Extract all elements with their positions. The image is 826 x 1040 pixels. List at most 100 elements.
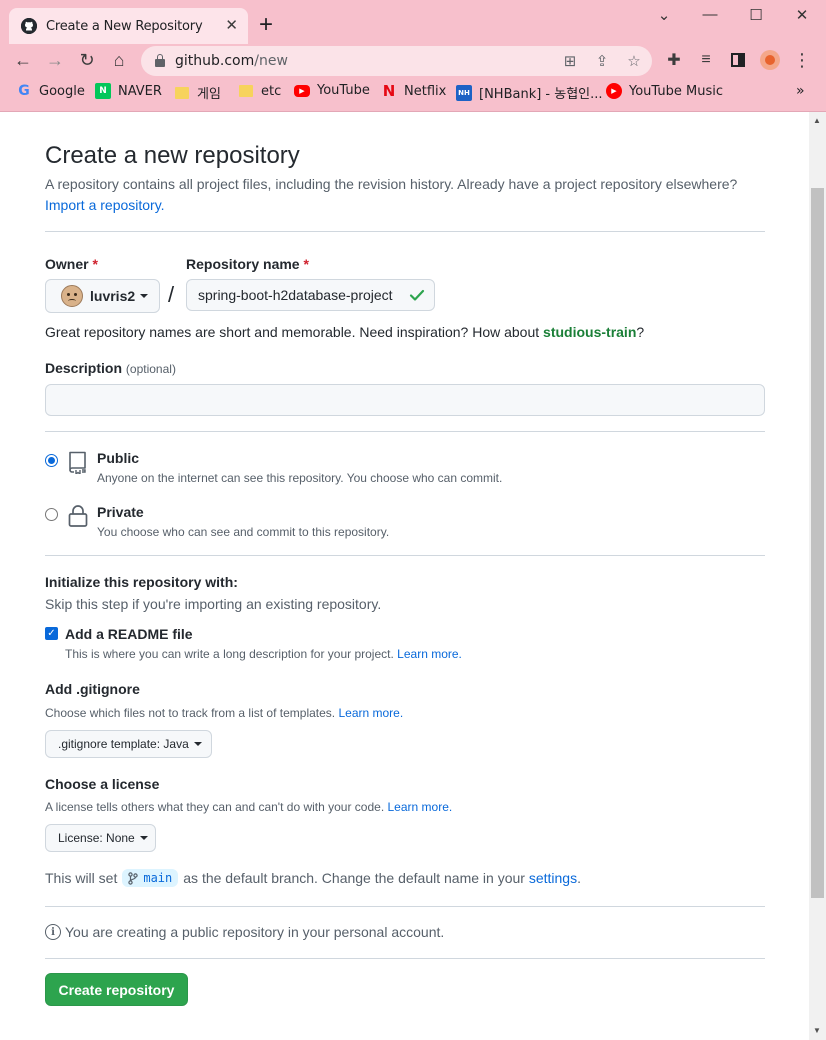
description-label: Description (optional) (45, 360, 176, 376)
media-control-icon[interactable]: ≡ (694, 48, 718, 72)
caret-down-icon (139, 836, 148, 840)
init-subtitle: Skip this step if you're importing an ex… (45, 596, 382, 612)
reload-icon[interactable]: ↻ (75, 48, 99, 72)
repo-book-icon (69, 451, 86, 474)
lock-icon[interactable] (155, 54, 165, 67)
license-learn-more-link[interactable]: Learn more. (388, 800, 453, 814)
bookmark-google[interactable]: G Google (16, 83, 85, 99)
page-scrollbar[interactable]: ▲ ▼ (809, 112, 826, 1040)
readme-checkbox[interactable]: ✓ (45, 627, 58, 640)
share-icon[interactable]: ⇪ (593, 52, 611, 70)
maximize-icon[interactable]: ☐ (746, 6, 766, 24)
divider (45, 555, 765, 556)
owner-name: luvris2 (90, 288, 136, 304)
info-icon: i (45, 924, 61, 940)
bookmarks-bar: G Google N NAVER 게임 etc ▶ YouTube N Netf… (0, 81, 826, 105)
owner-repo-separator: / (168, 282, 175, 307)
side-panel-icon[interactable] (726, 48, 750, 72)
public-desc: Anyone on the internet can see this repo… (97, 471, 503, 485)
license-select[interactable]: License: None (45, 824, 156, 852)
bookmark-naver[interactable]: N NAVER (95, 83, 162, 99)
license-title: Choose a license (45, 776, 160, 792)
naver-icon: N (95, 83, 111, 99)
divider (45, 906, 765, 907)
description-input[interactable] (45, 384, 765, 416)
readme-learn-more-link[interactable]: Learn more. (397, 647, 462, 661)
more-bookmarks-icon[interactable]: » (796, 83, 805, 99)
gitignore-select[interactable]: .gitignore template: Java (45, 730, 212, 758)
translate-icon[interactable]: ⊞ (561, 52, 579, 70)
license-desc: A license tells others what they can and… (45, 800, 453, 814)
public-title: Public (97, 450, 140, 466)
url-text: github.com/new (175, 53, 288, 69)
caret-down-icon (140, 294, 149, 298)
kebab-menu-icon[interactable]: ⋮ (790, 48, 814, 72)
public-radio[interactable] (45, 454, 58, 467)
bookmark-youtube[interactable]: ▶ YouTube (294, 83, 370, 98)
tab-close-icon[interactable]: ✕ (225, 17, 238, 35)
scroll-up-icon[interactable]: ▲ (813, 116, 821, 125)
bookmark-folder-etc[interactable]: etc (238, 83, 281, 99)
home-icon[interactable]: ⌂ (107, 48, 131, 72)
gitignore-desc: Choose which files not to track from a l… (45, 706, 404, 720)
repo-name-hint: Great repository names are short and mem… (45, 324, 645, 340)
youtube-icon: ▶ (294, 84, 310, 97)
back-arrow-icon[interactable]: ← (11, 48, 35, 72)
close-window-icon[interactable]: ✕ (792, 6, 812, 24)
avatar (61, 285, 83, 307)
bookmark-netflix[interactable]: N Netflix (381, 82, 447, 100)
owner-label: Owner * (45, 256, 98, 272)
public-repo-info: i You are creating a public repository i… (45, 924, 444, 940)
address-bar[interactable]: github.com/new ⊞ ⇪ ☆ (141, 46, 652, 76)
readme-label[interactable]: Add a README file (65, 626, 193, 642)
bookmark-nhbank[interactable]: NH [NHBank] - 농협인... (456, 83, 603, 102)
forward-arrow-icon[interactable]: → (43, 48, 67, 72)
visibility-private-option[interactable]: Private You choose who can see and commi… (45, 504, 765, 540)
tab-title: Create a New Repository (46, 18, 203, 34)
nhbank-icon: NH (456, 84, 472, 101)
extensions-icon[interactable]: ✚ (662, 48, 686, 72)
repo-name-label: Repository name * (186, 256, 309, 272)
minimize-icon[interactable]: — (700, 6, 720, 23)
profile-avatar-icon[interactable] (758, 48, 782, 72)
repo-name-input[interactable]: spring-boot-h2database-project (186, 279, 435, 311)
owner-select[interactable]: luvris2 (45, 279, 160, 313)
scroll-thumb[interactable] (811, 188, 824, 898)
youtube-music-icon: ▶ (606, 83, 622, 99)
branch-tag: main (122, 869, 179, 887)
browser-chrome: Create a New Repository ✕ + ⌄ — ☐ ✕ ← → … (0, 0, 826, 112)
divider (45, 958, 765, 959)
divider (45, 231, 765, 232)
private-title: Private (97, 504, 144, 520)
create-repository-button[interactable]: Create repository (45, 973, 188, 1006)
import-repository-link[interactable]: Import a repository. (45, 197, 165, 213)
name-suggestion-link[interactable]: studious-train (543, 324, 636, 340)
page-content: Create a new repository A repository con… (0, 112, 809, 1040)
folder-icon (174, 85, 190, 101)
bookmark-star-icon[interactable]: ☆ (625, 52, 643, 70)
lock-icon (68, 505, 88, 527)
page-title: Create a new repository (45, 142, 300, 169)
private-desc: You choose who can see and commit to thi… (97, 525, 390, 539)
gitignore-title: Add .gitignore (45, 681, 140, 697)
gitignore-learn-more-link[interactable]: Learn more. (338, 706, 403, 720)
private-radio[interactable] (45, 508, 58, 521)
scroll-down-icon[interactable]: ▼ (813, 1026, 821, 1035)
page-subtitle: A repository contains all project files,… (45, 176, 738, 213)
bookmark-folder-game[interactable]: 게임 (174, 83, 221, 102)
folder-icon (238, 83, 254, 99)
check-icon (409, 289, 425, 301)
git-branch-icon (128, 871, 139, 885)
browser-tab[interactable]: Create a New Repository ✕ (9, 8, 248, 44)
google-icon: G (18, 83, 30, 99)
visibility-public-option[interactable]: Public Anyone on the internet can see th… (45, 450, 765, 486)
settings-link[interactable]: settings (529, 870, 577, 886)
divider (45, 431, 765, 432)
github-favicon-icon (21, 18, 37, 34)
default-branch-note: This will set main as the default branch… (45, 869, 581, 887)
chevron-down-icon[interactable]: ⌄ (654, 6, 674, 24)
caret-down-icon (193, 742, 202, 746)
init-title: Initialize this repository with: (45, 574, 238, 590)
bookmark-youtube-music[interactable]: ▶ YouTube Music (606, 83, 723, 99)
new-tab-icon[interactable]: + (259, 12, 273, 38)
